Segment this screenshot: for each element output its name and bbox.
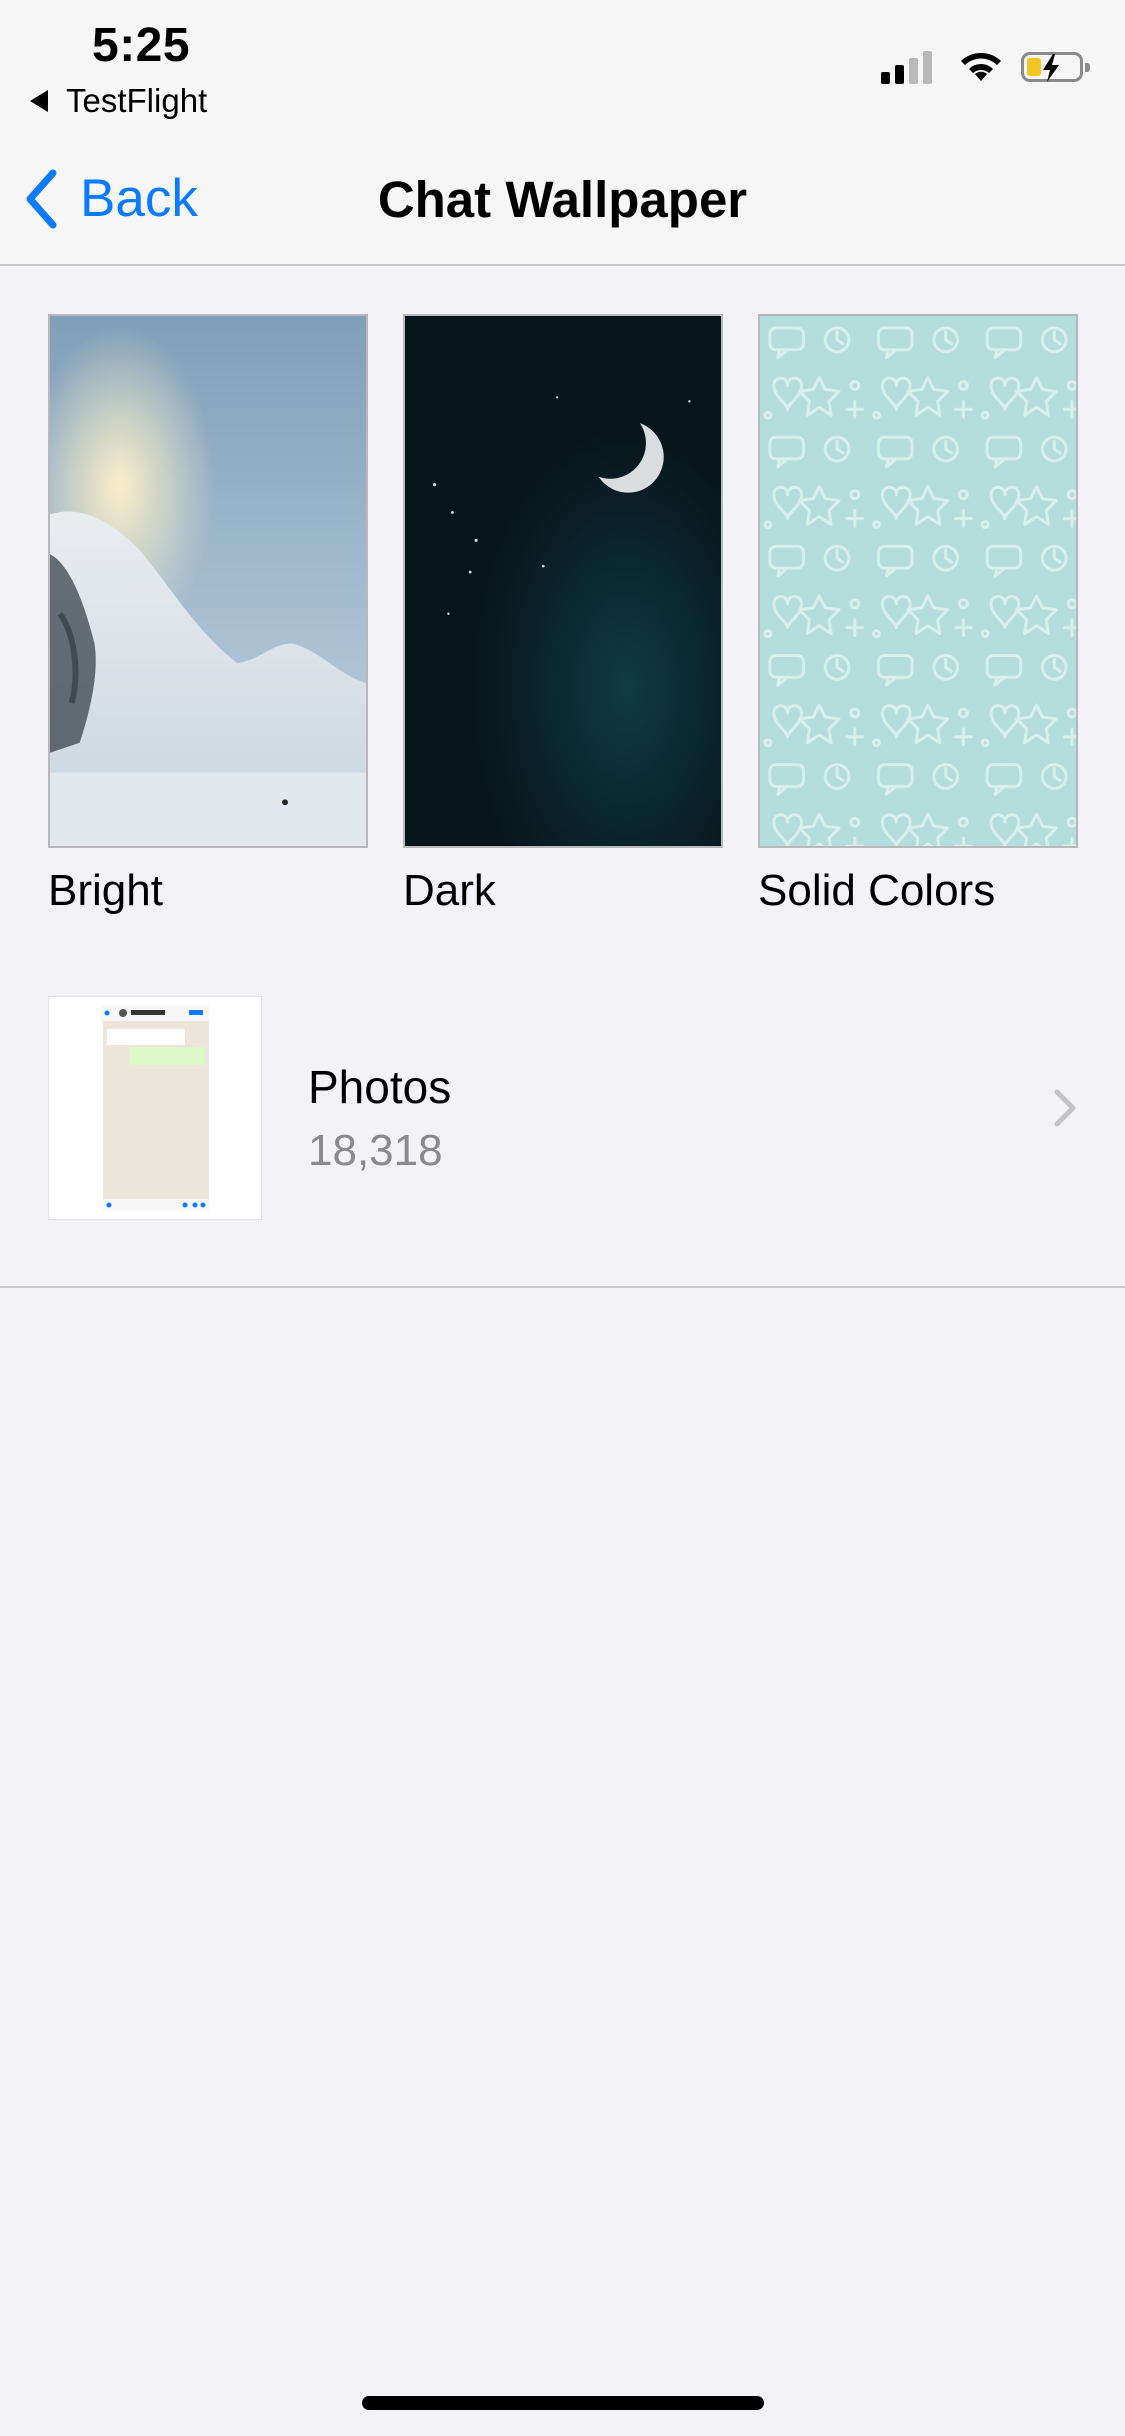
crescent-moon-night-image bbox=[403, 314, 723, 848]
wifi-icon bbox=[961, 53, 1001, 81]
back-triangle-icon bbox=[30, 90, 48, 112]
chevron-right-icon bbox=[1054, 1089, 1076, 1127]
back-to-app-link[interactable]: TestFlight bbox=[30, 82, 207, 120]
status-bar: 5:25 TestFlight bbox=[0, 0, 1125, 130]
wallpaper-option-bright[interactable]: Bright bbox=[48, 314, 368, 916]
cellular-signal-icon bbox=[881, 50, 937, 84]
page-title: Chat Wallpaper bbox=[377, 171, 748, 228]
photos-thumbnail bbox=[48, 996, 262, 1220]
home-indicator[interactable] bbox=[362, 2396, 764, 2410]
wallpaper-option-solid-colors[interactable]: Solid Colors bbox=[758, 314, 1078, 916]
status-time: 5:25 bbox=[92, 19, 191, 72]
photos-label: Photos bbox=[308, 1061, 452, 1113]
wallpaper-label-solid-colors: Solid Colors bbox=[758, 866, 996, 915]
recent-photo-image bbox=[49, 997, 261, 1219]
section-divider bbox=[0, 1286, 1125, 1288]
status-icons bbox=[881, 50, 1090, 84]
charging-bolt-icon bbox=[1043, 54, 1059, 82]
navigation-bar: Back Chat Wallpaper bbox=[0, 130, 1125, 266]
back-app-label: TestFlight bbox=[66, 82, 208, 119]
wallpaper-label-dark: Dark bbox=[403, 866, 496, 915]
snowy-mountain-image bbox=[48, 314, 368, 848]
chat-wallpaper-screen: 5:25 TestFlight Back Chat Wallpaper Brig… bbox=[0, 0, 1125, 2436]
doodle-pattern-image bbox=[758, 314, 1078, 848]
wallpaper-option-dark[interactable]: Dark bbox=[403, 314, 723, 916]
wallpaper-categories: Bright Dark Solid Colors bbox=[48, 314, 1078, 916]
photos-row[interactable]: Photos 18,318 bbox=[0, 990, 1125, 1286]
wallpaper-label-bright: Bright bbox=[48, 866, 163, 915]
photos-count: 18,318 bbox=[308, 1126, 443, 1175]
battery-icon bbox=[1021, 52, 1090, 82]
